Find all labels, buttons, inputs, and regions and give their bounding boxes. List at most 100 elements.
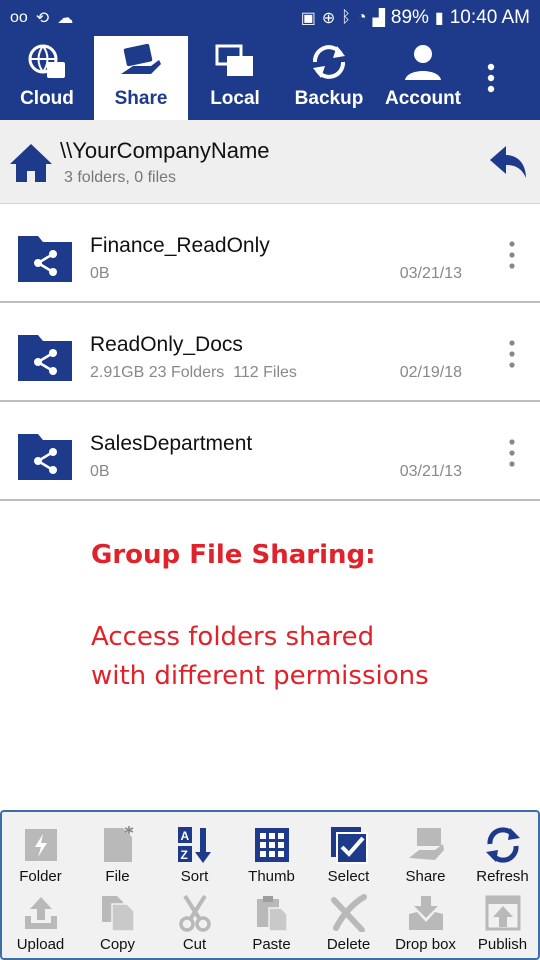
battery-percent: 89% <box>390 7 429 28</box>
bottom-toolbar: Folder File A Z Sort Thumb Select Share … <box>0 810 540 960</box>
tab-backup[interactable]: Backup <box>282 36 376 120</box>
voicemail-icon: ᴏᴏ <box>10 9 28 26</box>
more-vert-icon <box>487 63 495 93</box>
folder-summary: 3 folders, 0 files <box>64 169 177 186</box>
sort-button[interactable]: A Z Sort <box>156 826 233 885</box>
shared-folder-icon <box>18 236 72 282</box>
file-list: Finance_ReadOnly 0B 03/21/13 ReadOnly_Do… <box>0 204 540 501</box>
folder-button-label: Folder <box>19 868 62 885</box>
item-menu-icon[interactable] <box>504 438 520 468</box>
list-item[interactable]: ReadOnly_Docs 2.91GB 23 Folders 112 File… <box>0 303 540 402</box>
paste-button-label: Paste <box>252 936 291 953</box>
sort-az-icon: A Z <box>177 827 211 863</box>
data-saver-icon: ⊕ <box>321 10 336 27</box>
cloud-status-icon: ☁ <box>57 10 74 27</box>
cloud-globe-icon <box>28 44 65 78</box>
paste-button[interactable]: Paste <box>233 894 310 953</box>
folder-name: ReadOnly_Docs <box>90 333 243 356</box>
folder-date: 03/21/13 <box>399 265 462 282</box>
promo-description: Access folders shared with different per… <box>91 618 511 696</box>
list-item[interactable]: Finance_ReadOnly 0B 03/21/13 <box>0 204 540 303</box>
folder-name: SalesDepartment <box>90 432 253 455</box>
account-person-icon <box>405 45 441 80</box>
overflow-menu-button[interactable] <box>470 36 512 120</box>
new-file-icon <box>103 826 133 862</box>
folder-size: 2.91GB 23 Folders 112 Files <box>90 364 297 381</box>
tab-account-label: Account <box>385 88 461 109</box>
list-item[interactable]: SalesDepartment 0B 03/21/13 <box>0 402 540 501</box>
status-right-icons: ▣ ⊕ ᛒ ◔ ▟ 89% ▮ 10:40 AM <box>301 7 530 29</box>
share-button[interactable]: Share <box>387 826 464 885</box>
dropbox-button[interactable]: Drop box <box>387 894 464 953</box>
publish-icon <box>485 895 520 931</box>
local-windows-icon <box>215 44 253 76</box>
item-menu-icon[interactable] <box>504 240 520 270</box>
cut-button-label: Cut <box>182 936 207 953</box>
delete-x-icon <box>330 894 367 932</box>
wifi-icon: ◔ <box>356 9 367 26</box>
tab-local-label: Local <box>210 88 260 109</box>
cut-button[interactable]: Cut <box>156 894 233 953</box>
promo-line: Access folders shared <box>91 622 375 652</box>
item-menu-icon[interactable] <box>504 339 520 369</box>
thumbnail-grid-icon <box>254 828 289 862</box>
app-screen: ᴏᴏ ⟲ ☁ ▣ ⊕ ᛒ ◔ ▟ 89% ▮ 10:40 AM Cloud Sh… <box>0 0 540 960</box>
upload-icon <box>24 897 57 929</box>
svg-text:Z: Z <box>180 848 187 862</box>
select-check-icon <box>330 827 368 864</box>
current-path: \\YourCompanyName <box>60 138 270 163</box>
select-button-label: Select <box>327 868 370 885</box>
file-button[interactable]: File <box>79 826 156 885</box>
delete-button[interactable]: Delete <box>310 894 387 953</box>
tab-cloud[interactable]: Cloud <box>0 36 94 120</box>
publish-button[interactable]: Publish <box>464 894 540 953</box>
bluetooth-icon: ᛒ <box>341 9 351 26</box>
refresh-icon <box>485 827 520 863</box>
tab-account[interactable]: Account <box>376 36 470 120</box>
copy-button-label: Copy <box>99 936 136 953</box>
clock: 10:40 AM <box>449 7 530 28</box>
thumb-button[interactable]: Thumb <box>233 826 310 885</box>
folder-size: 0B <box>90 463 110 480</box>
share-icon <box>408 828 444 860</box>
tab-bar: Cloud Share Local Backup Account <box>0 36 540 120</box>
publish-button-label: Publish <box>477 936 528 953</box>
back-arrow-icon[interactable] <box>488 140 530 182</box>
toolbar-row: Upload Copy Cut Paste Delete Drop box Pu… <box>2 894 540 953</box>
path-bar: \\YourCompanyName 3 folders, 0 files <box>0 120 540 204</box>
status-left-icons: ᴏᴏ ⟲ ☁ <box>10 8 73 28</box>
signal-icon: ▟ <box>372 10 385 27</box>
copy-icon <box>101 896 135 932</box>
upload-button[interactable]: Upload <box>2 894 79 953</box>
delete-button-label: Delete <box>326 936 371 953</box>
shared-folder-icon <box>18 335 72 381</box>
refresh-button-label: Refresh <box>476 868 529 885</box>
folder-date: 02/19/18 <box>399 364 462 381</box>
copy-button[interactable]: Copy <box>79 894 156 953</box>
svg-text:A: A <box>180 829 189 843</box>
dropbox-icon <box>408 896 443 930</box>
folder-name: Finance_ReadOnly <box>90 234 270 257</box>
home-icon[interactable] <box>8 142 54 184</box>
share-hand-icon <box>121 43 161 74</box>
refresh-button[interactable]: Refresh <box>464 826 540 885</box>
status-bar: ᴏᴏ ⟲ ☁ ▣ ⊕ ᛒ ◔ ▟ 89% ▮ 10:40 AM <box>0 0 540 36</box>
upload-button-label: Upload <box>16 936 65 953</box>
shared-folder-icon <box>18 434 72 480</box>
tab-backup-label: Backup <box>294 88 364 109</box>
share-button-label: Share <box>405 868 446 885</box>
promo-line: with different permissions <box>91 661 429 691</box>
tab-cloud-label: Cloud <box>20 88 74 109</box>
battery-saver-icon: ▣ <box>300 10 316 27</box>
folder-button[interactable]: Folder <box>2 826 79 885</box>
select-button[interactable]: Select <box>310 826 387 885</box>
folder-date: 03/21/13 <box>399 463 462 480</box>
paste-icon <box>256 896 288 932</box>
promo-heading: Group File Sharing: <box>91 540 376 570</box>
folder-size: 0B <box>90 265 110 282</box>
tab-local[interactable]: Local <box>188 36 282 120</box>
sort-button-label: Sort <box>180 868 209 885</box>
file-button-label: File <box>105 868 130 885</box>
tab-share[interactable]: Share <box>94 36 188 120</box>
backup-sync-icon <box>313 45 345 79</box>
